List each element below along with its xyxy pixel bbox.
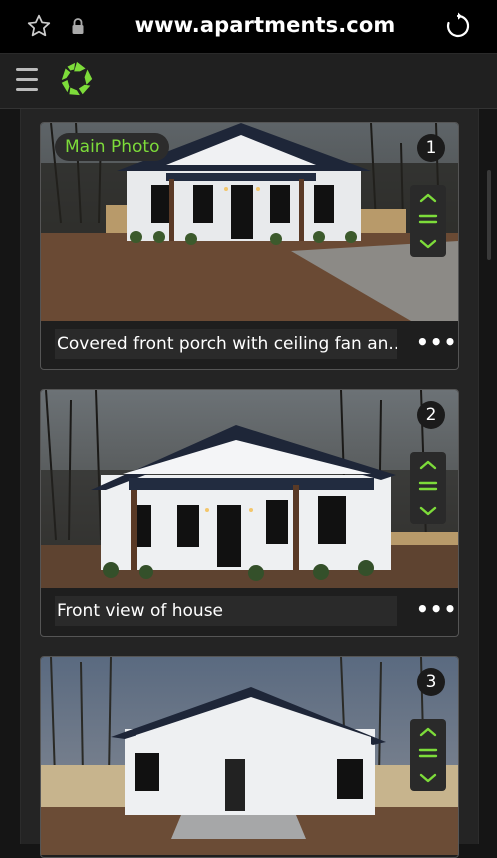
lock-icon bbox=[72, 18, 84, 34]
photo-card-3[interactable]: 3 bbox=[40, 656, 459, 858]
reorder-control[interactable] bbox=[410, 185, 446, 257]
reorder-control[interactable] bbox=[410, 452, 446, 524]
address-bar-url[interactable]: www.apartments.com bbox=[120, 13, 410, 37]
photo-card-2[interactable]: 2 Front view of house ••• bbox=[40, 389, 459, 637]
apartments-logo-icon[interactable] bbox=[58, 60, 96, 98]
star-bookmark-icon[interactable] bbox=[26, 13, 52, 39]
reorder-arrows-icon[interactable] bbox=[410, 719, 446, 791]
photo-order-number: 3 bbox=[417, 668, 445, 696]
reorder-arrows-icon[interactable] bbox=[410, 452, 446, 524]
photo-card-1[interactable]: Main Photo 1 Covered front porch with ce… bbox=[40, 122, 459, 370]
reorder-arrows-icon[interactable] bbox=[410, 185, 446, 257]
photo-image-1[interactable]: Main Photo 1 bbox=[41, 123, 458, 321]
photo-caption-input[interactable]: Covered front porch with ceiling fan an.… bbox=[55, 329, 397, 359]
photo-order-number: 1 bbox=[417, 134, 445, 162]
caption-row: Front view of house ••• bbox=[41, 588, 458, 636]
scrollbar[interactable] bbox=[487, 170, 491, 260]
main-photo-badge: Main Photo bbox=[55, 133, 170, 161]
photo-list: Main Photo 1 Covered front porch with ce… bbox=[20, 109, 479, 858]
photo-image-2[interactable]: 2 bbox=[41, 390, 458, 588]
photo-caption-input[interactable]: Front view of house bbox=[55, 596, 397, 626]
reload-icon[interactable] bbox=[444, 12, 472, 40]
more-options-icon[interactable]: ••• bbox=[416, 599, 456, 622]
caption-row: Covered front porch with ceiling fan an.… bbox=[41, 321, 458, 369]
more-options-icon[interactable]: ••• bbox=[416, 332, 456, 355]
hamburger-icon[interactable] bbox=[16, 68, 40, 94]
photo-image-3[interactable]: 3 bbox=[41, 657, 458, 855]
reorder-control[interactable] bbox=[410, 719, 446, 791]
app-header bbox=[0, 54, 497, 109]
photo-order-number: 2 bbox=[417, 401, 445, 429]
browser-toolbar: www.apartments.com bbox=[0, 0, 497, 54]
